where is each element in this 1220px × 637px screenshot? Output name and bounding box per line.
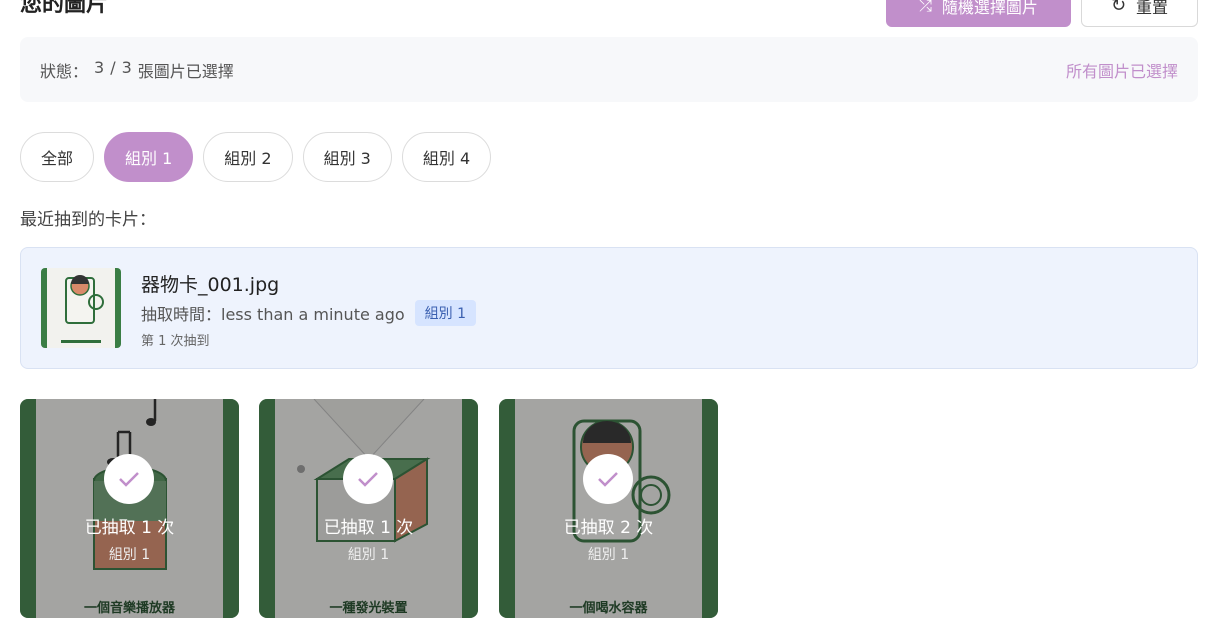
status-label: 狀態：	[40, 61, 89, 81]
recent-card-thumbnail	[41, 268, 121, 348]
refresh-icon: ↻	[1110, 0, 1127, 16]
draw-count-text: 已抽取 2 次	[563, 518, 654, 538]
selected-overlay	[259, 399, 478, 618]
image-card[interactable]: 已抽取 1 次 組別 1 一個音樂播放器	[20, 399, 239, 618]
card-caption: 一個音樂播放器	[83, 601, 175, 616]
card-group-label: 組別 1	[108, 547, 151, 563]
filter-all[interactable]: 全部	[20, 132, 95, 182]
check-icon	[343, 454, 393, 504]
status-separator: /	[110, 57, 116, 77]
recent-file-name: 器物卡_001.jpg	[141, 274, 280, 296]
all-selected-text: 所有圖片已選擇	[1065, 61, 1178, 81]
status-bar: 狀態： 3 / 3 張圖片已選擇 所有圖片已選擇	[20, 37, 1198, 102]
recent-draw-card: 器物卡_001.jpg 抽取時間：less than a minute ago …	[20, 247, 1198, 369]
reset-label: 重置	[1136, 0, 1169, 17]
card-group-label: 組別 1	[587, 547, 630, 563]
reset-button[interactable]: ↻ 重置	[1081, 0, 1198, 27]
draw-count-text: 已抽取 1 次	[323, 518, 414, 538]
card-caption: 一個喝水容器	[569, 601, 648, 616]
recent-time-text: 抽取時間：less than a minute ago	[141, 305, 405, 324]
filter-group-4[interactable]: 組別 4	[401, 132, 492, 182]
random-select-label: 隨機選擇圖片	[941, 0, 1038, 17]
random-select-button[interactable]: ⤮ 隨機選擇圖片	[886, 0, 1071, 27]
image-card[interactable]: 已抽取 2 次 組別 1 一個喝水容器	[499, 399, 718, 618]
status-total: 3	[121, 57, 132, 77]
group-filter-bar: 全部 組別 1 組別 2 組別 3 組別 4	[20, 132, 492, 182]
image-card[interactable]: 已抽取 1 次 組別 1 一種發光裝置	[259, 399, 478, 618]
filter-group-3[interactable]: 組別 3	[302, 132, 392, 182]
recent-draw-count: 第 1 次抽到	[141, 334, 210, 349]
shuffle-icon: ⤮	[919, 0, 932, 15]
filter-group-1[interactable]: 組別 1	[104, 132, 194, 182]
selected-overlay	[20, 399, 239, 618]
recent-group-badge: 組別 1	[414, 300, 477, 326]
filter-group-2[interactable]: 組別 2	[203, 132, 293, 182]
status-selected: 3	[94, 57, 105, 77]
card-caption: 一種發光裝置	[329, 601, 408, 616]
recent-draw-time: 抽取時間：less than a minute ago 組別 1	[141, 300, 477, 326]
draw-count-text: 已抽取 1 次	[84, 518, 175, 538]
check-icon	[583, 454, 633, 504]
status-text: 狀態： 3 / 3 張圖片已選擇	[40, 58, 234, 82]
page-title: 您的圖片	[20, 0, 109, 17]
status-suffix: 張圖片已選擇	[137, 61, 234, 81]
check-icon	[104, 454, 154, 504]
recent-section-label: 最近抽到的卡片：	[20, 210, 156, 230]
card-group-label: 組別 1	[347, 547, 390, 563]
selected-overlay	[499, 399, 718, 618]
